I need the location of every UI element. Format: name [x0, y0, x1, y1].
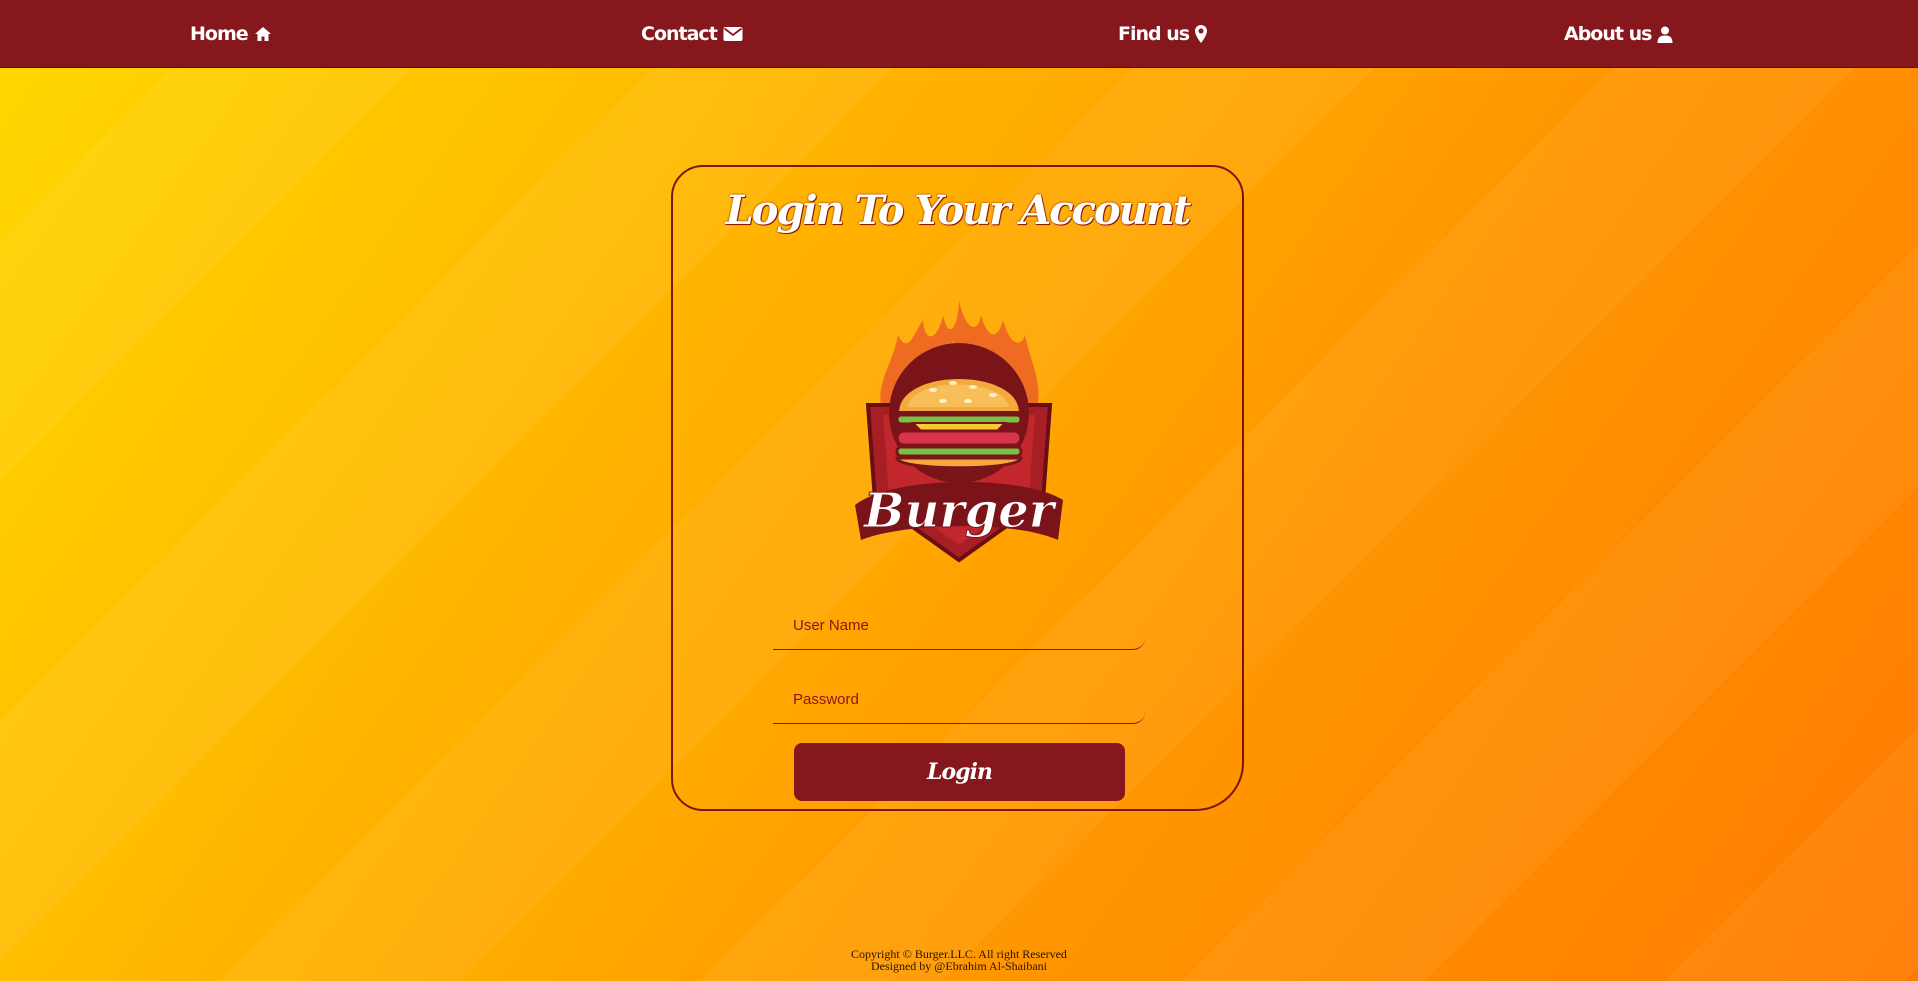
- top-navbar: Home Contact Find us About us: [0, 0, 1918, 68]
- nav-home-label: Home: [190, 23, 249, 45]
- nav-find-us-link[interactable]: Find us: [1118, 20, 1208, 48]
- login-button[interactable]: Login: [794, 743, 1125, 801]
- user-icon: [1657, 26, 1673, 43]
- nav-home-link[interactable]: Home: [190, 20, 272, 48]
- map-marker-icon: [1195, 25, 1208, 43]
- login-card: Login To Your Account Burger User Name L…: [671, 165, 1244, 811]
- password-input[interactable]: [773, 675, 1145, 723]
- nav-find-us-label: Find us: [1118, 23, 1190, 45]
- logo-text: Burger: [862, 483, 1058, 539]
- home-icon: [254, 26, 272, 42]
- burger-logo: Burger: [853, 295, 1065, 563]
- envelope-icon: [723, 26, 743, 42]
- login-title: Login To Your Account: [725, 187, 1192, 234]
- nav-contact-link[interactable]: Contact: [641, 20, 743, 48]
- footer-designer: Designed by @Ebrahim Al-Shaibani: [870, 959, 1048, 973]
- page-footer: Copyright © Burger.LLC. All right Reserv…: [0, 948, 1918, 972]
- username-input[interactable]: [773, 601, 1145, 649]
- nav-contact-label: Contact: [641, 23, 718, 45]
- username-field-wrapper: [773, 601, 1145, 650]
- password-field-wrapper: [773, 675, 1145, 724]
- nav-about-us-label: About us: [1564, 23, 1652, 45]
- nav-about-us-link[interactable]: About us: [1564, 20, 1673, 48]
